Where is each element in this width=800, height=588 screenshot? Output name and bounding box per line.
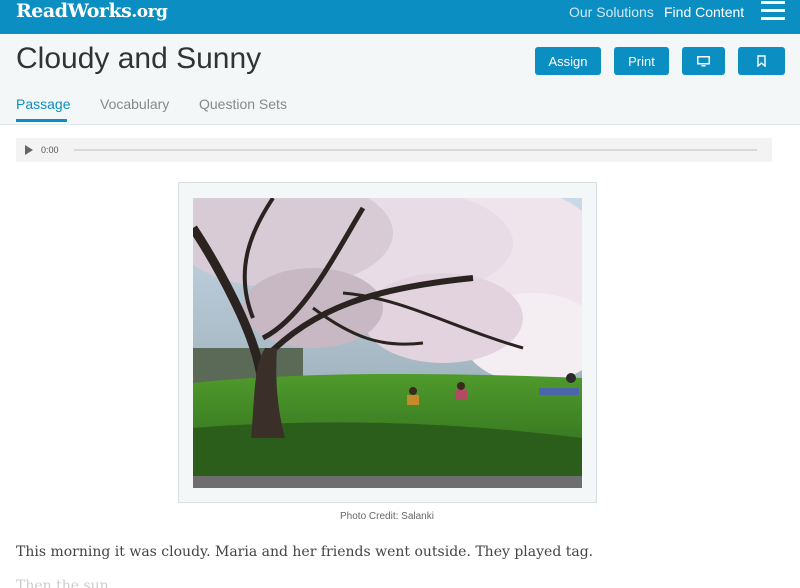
logo-tld: .org: [131, 2, 168, 22]
top-navigation-bar: ReadWorks.org Our Solutions Find Content: [0, 0, 800, 34]
photo-credit: Photo Credit: Salanki: [340, 511, 434, 522]
passage-paragraph: This morning it was cloudy. Maria and he…: [16, 544, 594, 560]
passage-paragraph-faded: Then the sun: [16, 578, 109, 588]
bookmark-icon: [757, 55, 766, 67]
tab-vocabulary[interactable]: Vocabulary: [100, 96, 169, 112]
passage-header: Cloudy and Sunny Assign Print Passage Vo…: [0, 34, 800, 125]
audio-progress-track[interactable]: [74, 149, 757, 151]
cherry-blossom-photo: [193, 198, 582, 488]
passage-figure: [178, 182, 597, 503]
active-tab-indicator: [16, 119, 67, 122]
assign-button[interactable]: Assign: [535, 47, 601, 75]
nav-our-solutions[interactable]: Our Solutions: [569, 4, 654, 20]
menu-icon-bar: [761, 1, 785, 4]
bookmark-button[interactable]: [738, 47, 785, 75]
readworks-logo[interactable]: ReadWorks.org: [16, 0, 168, 22]
audio-time: 0:00: [41, 145, 59, 155]
play-icon[interactable]: [25, 145, 33, 155]
tab-question-sets[interactable]: Question Sets: [199, 96, 287, 112]
tab-passage[interactable]: Passage: [16, 96, 70, 112]
hamburger-menu-icon[interactable]: [761, 1, 785, 23]
monitor-icon: [697, 55, 710, 66]
menu-icon-bar: [761, 9, 785, 12]
menu-icon-bar: [761, 17, 785, 20]
present-button[interactable]: [682, 47, 725, 75]
audio-player: 0:00: [16, 138, 772, 162]
print-button[interactable]: Print: [614, 47, 669, 75]
page-title: Cloudy and Sunny: [16, 42, 262, 75]
logo-main: ReadWorks: [16, 0, 132, 22]
nav-find-content[interactable]: Find Content: [664, 4, 744, 20]
